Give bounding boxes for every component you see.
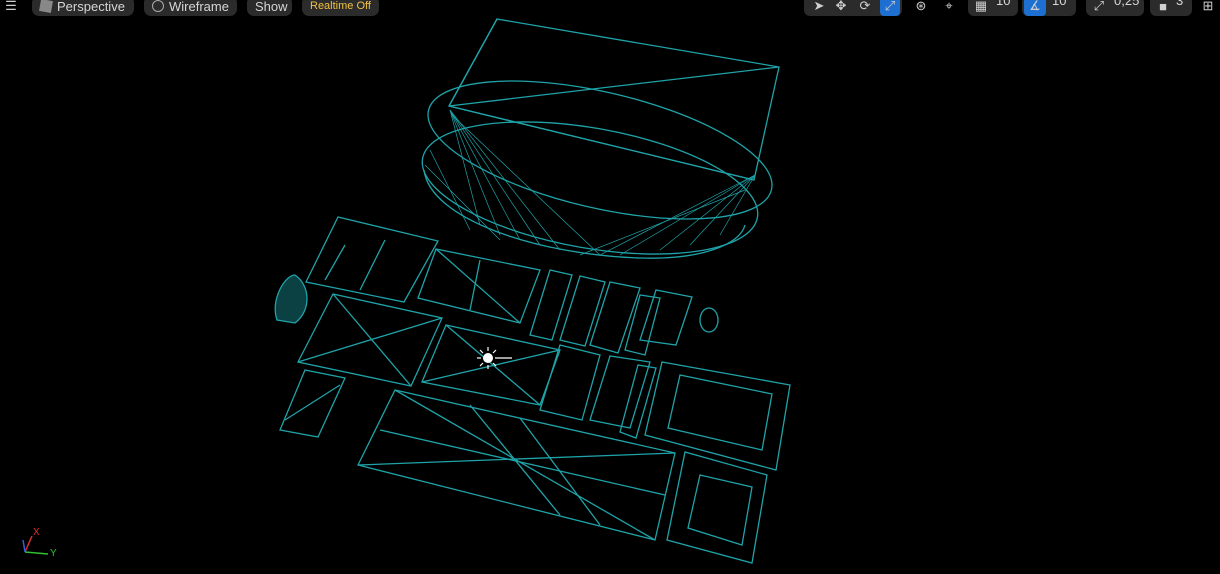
rotation-snap-value[interactable]: 10° [1052, 0, 1072, 8]
scale-snap-value[interactable]: 0,25 [1114, 0, 1139, 8]
wireframe-button[interactable]: Wireframe [144, 0, 237, 16]
grid-icon[interactable]: ▦ [972, 0, 990, 16]
grid-snap-group: ▦ 10 [968, 0, 1018, 16]
camera-icon[interactable]: ■ [1154, 0, 1172, 16]
wire-mesh-panel-2 [417, 248, 541, 324]
perspective-label: Perspective [57, 0, 125, 14]
hamburger-icon: ☰ [5, 0, 17, 13]
wire-mesh-blob [274, 274, 308, 324]
wire-mesh-disc-top [427, 80, 773, 220]
wire-mesh-cylinder [699, 307, 719, 333]
surface-snap-icon[interactable]: ⌖ [940, 0, 958, 16]
camera-speed-group: ■ 3 [1150, 0, 1192, 16]
realtime-toggle[interactable]: Realtime Off [302, 0, 379, 16]
scale-snap-group: ⤢ 0,25 [1086, 0, 1144, 16]
globe-icon [152, 0, 164, 12]
cube-icon [39, 0, 53, 13]
angle-icon[interactable]: ∡ [1024, 0, 1046, 16]
wireframe-label: Wireframe [169, 0, 229, 14]
layout-icon[interactable]: ⊞ [1198, 0, 1218, 16]
show-label: Show [255, 0, 288, 14]
realtime-label: Realtime Off [310, 0, 371, 12]
wire-mesh-panel-1 [305, 216, 439, 303]
move-icon[interactable]: ✥ [832, 0, 850, 16]
camera-speed-value[interactable]: 3 [1176, 0, 1183, 8]
wire-mesh-panel-5 [279, 369, 346, 438]
wire-mesh-disc-bottom [421, 121, 759, 255]
select-icon[interactable]: ➤ [810, 0, 828, 16]
menu-button[interactable]: ☰ [0, 0, 22, 16]
axis-y-label: Y [50, 548, 57, 559]
scale-icon[interactable]: ⤢ [880, 0, 900, 16]
rotation-snap-group: ∡ 10° [1022, 0, 1076, 16]
grid-snap-value[interactable]: 10 [996, 0, 1010, 8]
axis-gizmo-icon [22, 535, 49, 555]
local-space-icon[interactable]: ⊛ [912, 0, 930, 16]
axis-x-label: X [33, 527, 40, 538]
show-button[interactable]: Show [247, 0, 292, 16]
wire-mesh-frame-2 [666, 451, 768, 564]
rotate-icon[interactable]: ⟳ [856, 0, 874, 16]
transform-tools: ➤ ✥ ⟳ ⤢ [804, 0, 902, 16]
wire-mesh-strip-2 [639, 289, 693, 346]
wire-mesh-slab [357, 389, 676, 541]
scale-snap-icon[interactable]: ⤢ [1090, 0, 1108, 16]
viewport[interactable] [0, 0, 1220, 574]
wireframe-scene [22, 18, 791, 564]
perspective-button[interactable]: Perspective [32, 0, 134, 16]
